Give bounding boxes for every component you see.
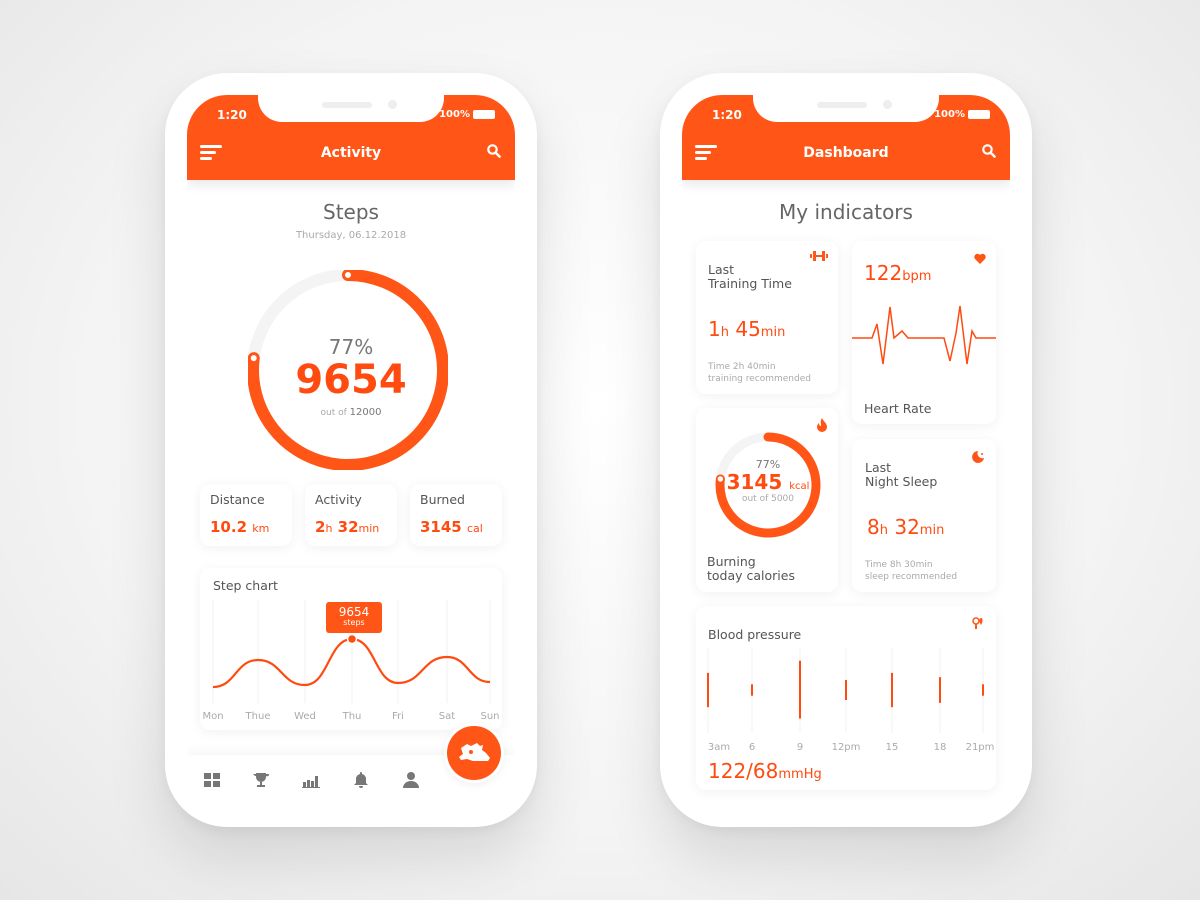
speaker	[817, 102, 867, 108]
sneaker-fab-button[interactable]	[447, 726, 501, 780]
moon-icon	[972, 451, 984, 463]
goal-prefix: out of	[320, 408, 347, 418]
x-tick-label: 18	[934, 742, 947, 753]
dumbbell-icon	[810, 251, 828, 261]
notch	[753, 95, 939, 122]
indicators-title: My indicators	[779, 200, 913, 224]
x-tick-label: Sun	[480, 711, 499, 722]
status-battery: ▾ 100%	[431, 109, 495, 120]
training-value: 1h 45min	[708, 317, 786, 341]
x-tick-label: Fri	[392, 711, 404, 722]
page-title: Dashboard	[803, 145, 889, 161]
tooltip-value: 9654	[338, 605, 370, 619]
heart-rate-label: Heart Rate	[864, 401, 932, 416]
status-time: 1:20	[712, 108, 742, 122]
x-tick-label: Sat	[439, 711, 455, 722]
speaker	[322, 102, 372, 108]
camera	[883, 100, 892, 109]
stat-value: 10.2 km	[210, 518, 270, 536]
stat-label: Distance	[210, 492, 265, 507]
calories-card[interactable]: 77% 3145 kcal out of 5000 Burning today c…	[696, 408, 838, 592]
steps-title: Steps	[323, 200, 379, 224]
status-battery: ▾ 100%	[926, 109, 990, 120]
calories-label: Burning today calories	[707, 554, 795, 583]
goal-value: 12000	[349, 407, 382, 418]
x-tick-label: 12pm	[832, 742, 861, 753]
ecg-line	[852, 305, 996, 365]
chart-tooltip: 9654 steps	[326, 602, 382, 633]
steps-goal: out of 12000	[187, 407, 515, 418]
sleep-value: 8h 32min	[867, 515, 945, 539]
stat-card-distance[interactable]: Distance 10.2 km	[200, 484, 292, 546]
steps-value: 9654	[295, 357, 407, 403]
app-header: 1:20 ▾ 100% Dashboard	[682, 95, 1010, 180]
camera	[388, 100, 397, 109]
stat-label: Activity	[315, 492, 362, 507]
x-tick-label: 3am	[708, 742, 730, 753]
battery-percent: 100%	[934, 109, 965, 120]
ring-start-dot	[343, 270, 353, 280]
heart-icon	[974, 253, 986, 264]
x-tick-label: 6	[749, 742, 755, 753]
stat-card-burned[interactable]: Burned 3145 cal	[410, 484, 502, 546]
sneaker-icon	[459, 743, 490, 761]
trophy-icon[interactable]	[252, 771, 270, 789]
dashboard-icon[interactable]	[203, 771, 221, 789]
sleep-card[interactable]: Last Night Sleep 8h 32min Time 8h 30min sl…	[852, 439, 996, 592]
dashboard-screen: 1:20 ▾ 100% Dashboard My indicators Last T…	[682, 95, 1010, 805]
steps-percent: 77%	[328, 335, 374, 359]
heart-rate-value: 122bpm	[864, 261, 932, 285]
training-note: Time 2h 40min training recommended	[708, 362, 811, 384]
sleep-note: Time 8h 30min sleep recommended	[865, 560, 958, 582]
wifi-icon: ▾	[431, 109, 437, 120]
sleep-label: Last Night Sleep	[865, 460, 938, 489]
stat-value: 3145 cal	[420, 518, 483, 536]
blood-pressure-chart: 3am 6 9 12pm 15 18 21pm	[707, 648, 995, 753]
page-title: Activity	[320, 145, 382, 161]
stat-value: 2h 32min	[315, 518, 380, 536]
training-card[interactable]: Last Training Time 1h 45min Time 2h 40min…	[696, 241, 838, 394]
calories-value: 3145 kcal	[726, 470, 810, 494]
status-time: 1:20	[217, 108, 247, 122]
blood-pressure-card[interactable]: Blood pressure 3am 6 9 12pm 15 18 21pm 122/68m…	[696, 606, 996, 790]
battery-percent: 100%	[439, 109, 470, 120]
step-chart-card: Step chart Mon Thue Wed Thu Fri Sat Sun 9654 s…	[200, 568, 502, 730]
bell-icon[interactable]	[352, 771, 370, 789]
search-icon[interactable]	[487, 144, 501, 158]
highlight-point[interactable]	[346, 633, 358, 645]
calories-goal: out of 5000	[741, 494, 795, 504]
activity-screen: 1:20 ▾ 100% Activity Steps Thursday, 06.1…	[187, 95, 515, 805]
x-tick-label: Thu	[342, 711, 362, 722]
x-tick-label: Wed	[294, 711, 316, 722]
x-tick-label: 15	[886, 742, 899, 753]
stats-icon[interactable]	[302, 771, 320, 789]
step-chart: Mon Thue Wed Thu Fri Sat Sun	[202, 600, 500, 722]
search-icon[interactable]	[982, 144, 996, 158]
tooltip-unit: steps	[343, 618, 365, 627]
x-tick-label: 9	[797, 742, 803, 753]
phone-activity: 1:20 ▾ 100% Activity Steps Thursday, 06.1…	[165, 73, 537, 827]
x-tick-label: Thue	[245, 711, 271, 722]
x-tick-label: Mon	[202, 711, 223, 722]
wifi-icon: ▾	[926, 109, 932, 120]
app-header: 1:20 ▾ 100% Activity	[187, 95, 515, 180]
notch	[258, 95, 444, 122]
stat-card-activity[interactable]: Activity 2h 32min	[305, 484, 397, 546]
date-label: Thursday, 06.12.2018	[295, 230, 407, 241]
phone-dashboard: 1:20 ▾ 100% Dashboard My indicators Last T…	[660, 73, 1032, 827]
blood-pressure-value: 122/68mmHg	[708, 759, 822, 783]
battery-icon	[473, 110, 495, 119]
stat-label: Burned	[420, 492, 465, 507]
x-tick-label: 21pm	[966, 742, 995, 753]
profile-icon[interactable]	[402, 771, 420, 789]
battery-icon	[968, 110, 990, 119]
training-label: Last Training Time	[708, 262, 792, 291]
heart-rate-card[interactable]: 122bpm Heart Rate	[852, 241, 996, 424]
